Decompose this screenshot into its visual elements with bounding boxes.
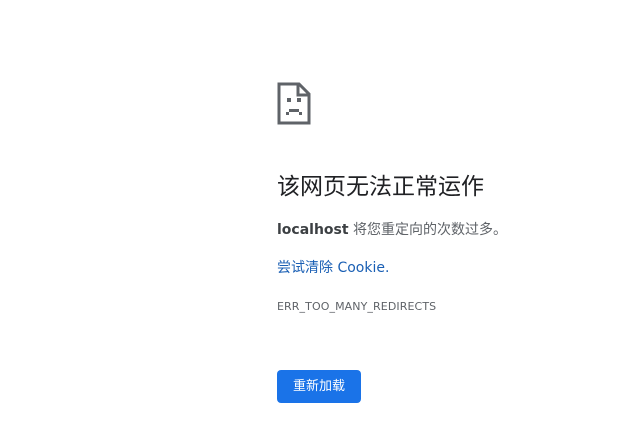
reload-button[interactable]: 重新加载: [277, 370, 361, 403]
sad-page-icon: [277, 82, 311, 125]
clear-cookies-link[interactable]: 尝试清除 Cookie.: [277, 257, 389, 279]
error-message: localhost 将您重定向的次数过多。: [277, 219, 507, 241]
error-page: 该网页无法正常运作 localhost 将您重定向的次数过多。 尝试清除 Coo…: [0, 0, 617, 445]
error-code: ERR_TOO_MANY_REDIRECTS: [277, 300, 437, 313]
page-title: 该网页无法正常运作: [277, 174, 484, 200]
error-host: localhost: [277, 222, 349, 238]
error-message-text: 将您重定向的次数过多。: [348, 222, 508, 238]
